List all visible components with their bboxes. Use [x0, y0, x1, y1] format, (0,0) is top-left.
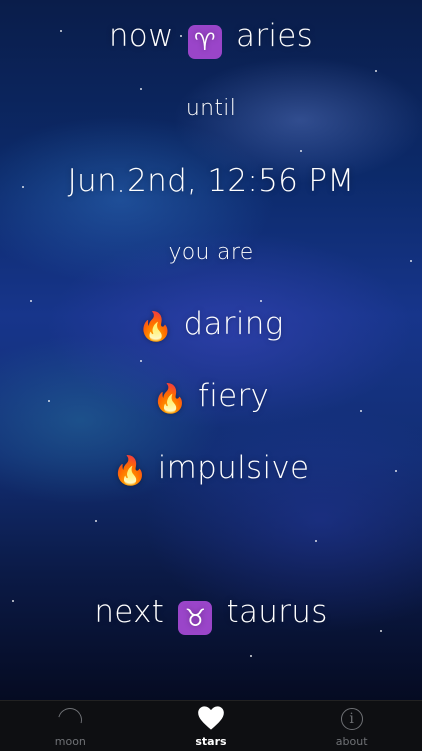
heart-icon	[198, 705, 224, 730]
aries-sign-icon: ♈	[187, 25, 222, 59]
fire-icon: 🔥	[138, 310, 174, 343]
taurus-sign-icon: ♉	[178, 601, 213, 635]
next-sign-heading: next ♉ taurus	[0, 594, 422, 635]
trait-item: 🔥 fiery	[0, 378, 422, 415]
fire-icon: 🔥	[152, 382, 188, 415]
trait-text: daring	[183, 306, 284, 342]
trait-text: impulsive	[157, 450, 310, 486]
until-label: until	[185, 96, 237, 121]
tab-bar: moon stars i about	[0, 700, 422, 751]
tab-label: about	[335, 734, 368, 748]
next-sign-name: taurus	[226, 594, 328, 630]
until-datetime: Jun 2nd, 12:56 PM	[67, 163, 355, 199]
current-prefix: now	[108, 18, 174, 54]
moon-icon	[53, 703, 87, 736]
fire-icon: 🔥	[112, 454, 148, 487]
trait-text: fiery	[197, 378, 270, 414]
tab-stars[interactable]: stars	[151, 705, 271, 748]
zodiac-content: now ♈ aries until Jun 2nd, 12:56 PM you …	[0, 0, 422, 700]
tab-moon[interactable]: moon	[10, 703, 130, 748]
current-sign-heading: now ♈ aries	[0, 18, 422, 59]
current-sign-name: aries	[236, 18, 314, 54]
trait-item: 🔥 daring	[0, 306, 422, 343]
tab-about[interactable]: i about	[292, 705, 412, 748]
next-prefix: next	[94, 594, 165, 630]
tab-label: stars	[195, 734, 227, 748]
info-icon: i	[340, 707, 363, 730]
trait-item: 🔥 impulsive	[0, 450, 422, 487]
traits-label: you are	[168, 240, 254, 265]
tab-label: moon	[54, 734, 86, 748]
